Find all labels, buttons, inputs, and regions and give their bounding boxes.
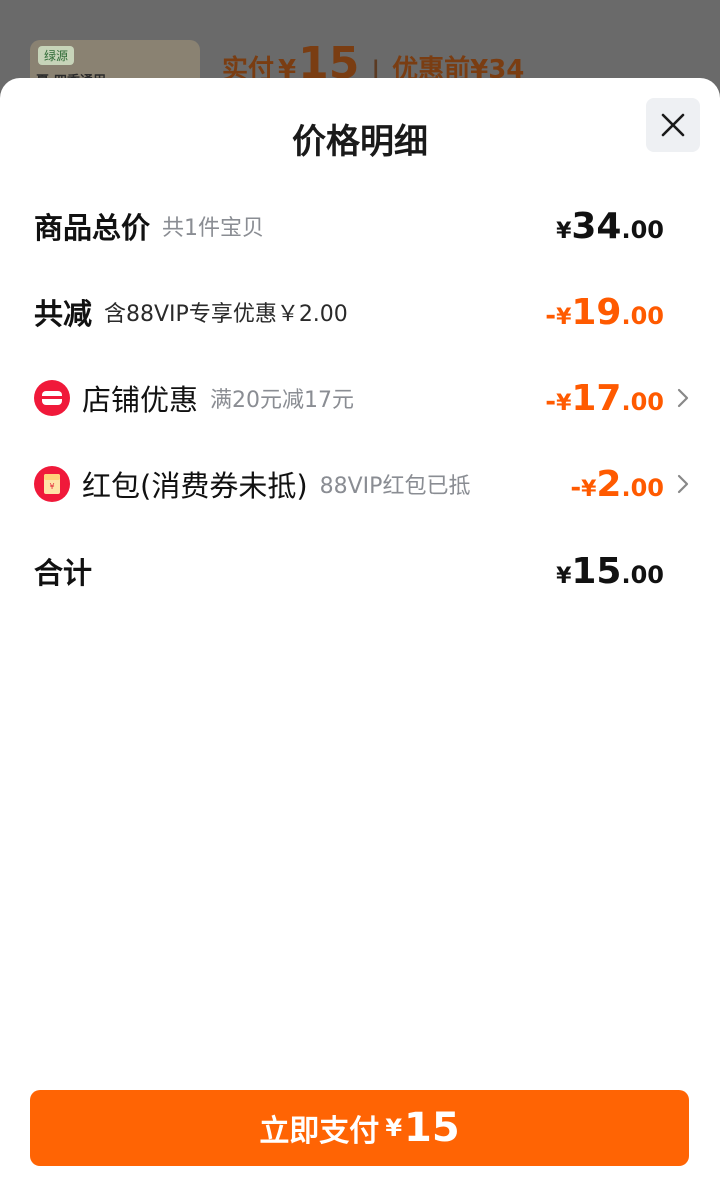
row-title: 红包(消费券未抵)	[82, 469, 308, 503]
pay-yen: ¥	[385, 1114, 403, 1142]
row-note: 满20元减17元	[210, 388, 355, 413]
close-icon	[661, 113, 685, 137]
shop-coupon-icon	[34, 380, 70, 416]
row-price: ¥ 15 .00	[556, 550, 664, 592]
row-title: 共减	[34, 297, 93, 331]
pay-now-button[interactable]: 立即支付 ¥ 15	[30, 1090, 689, 1166]
price-detail-sheet: 价格明细 商品总价 共1件宝贝 ¥ 34 .00 共减 含88VIP专享优惠￥2…	[0, 78, 720, 1191]
row-price: - ¥ 17 .00	[545, 377, 664, 419]
red-packet-icon: ¥	[34, 466, 70, 502]
row-red-packet[interactable]: ¥ 红包(消费券未抵) 88VIP红包已抵 - ¥ 2 .00	[34, 454, 690, 514]
pay-amount: 15	[404, 1105, 460, 1151]
row-price: - ¥ 2 .00	[570, 463, 664, 505]
row-note: 含88VIP专享优惠￥2.00	[104, 302, 348, 327]
row-title: 商品总价	[34, 211, 151, 245]
row-shop-discount[interactable]: 店铺优惠 满20元减17元 - ¥ 17 .00	[34, 368, 690, 428]
row-title: 合计	[34, 556, 93, 590]
row-note: 88VIP红包已抵	[319, 474, 471, 499]
close-button[interactable]	[646, 98, 700, 152]
sheet-title: 价格明细	[292, 122, 428, 162]
svg-text:¥: ¥	[49, 482, 54, 491]
row-price: - ¥ 19 .00	[545, 291, 664, 333]
row-price: ¥ 34 .00	[556, 205, 664, 247]
pay-label: 立即支付	[259, 1114, 380, 1149]
row-total-price: 商品总价 共1件宝贝 ¥ 34 .00	[34, 196, 690, 256]
chevron-right-icon	[676, 474, 690, 494]
row-sum: 合计 ¥ 15 .00	[34, 541, 690, 601]
row-title: 店铺优惠	[82, 383, 199, 417]
product-brand: 绿源	[38, 46, 75, 65]
row-note: 共1件宝贝	[162, 216, 265, 241]
chevron-right-icon	[676, 388, 690, 408]
row-total-discount: 共减 含88VIP专享优惠￥2.00 - ¥ 19 .00	[34, 282, 690, 342]
